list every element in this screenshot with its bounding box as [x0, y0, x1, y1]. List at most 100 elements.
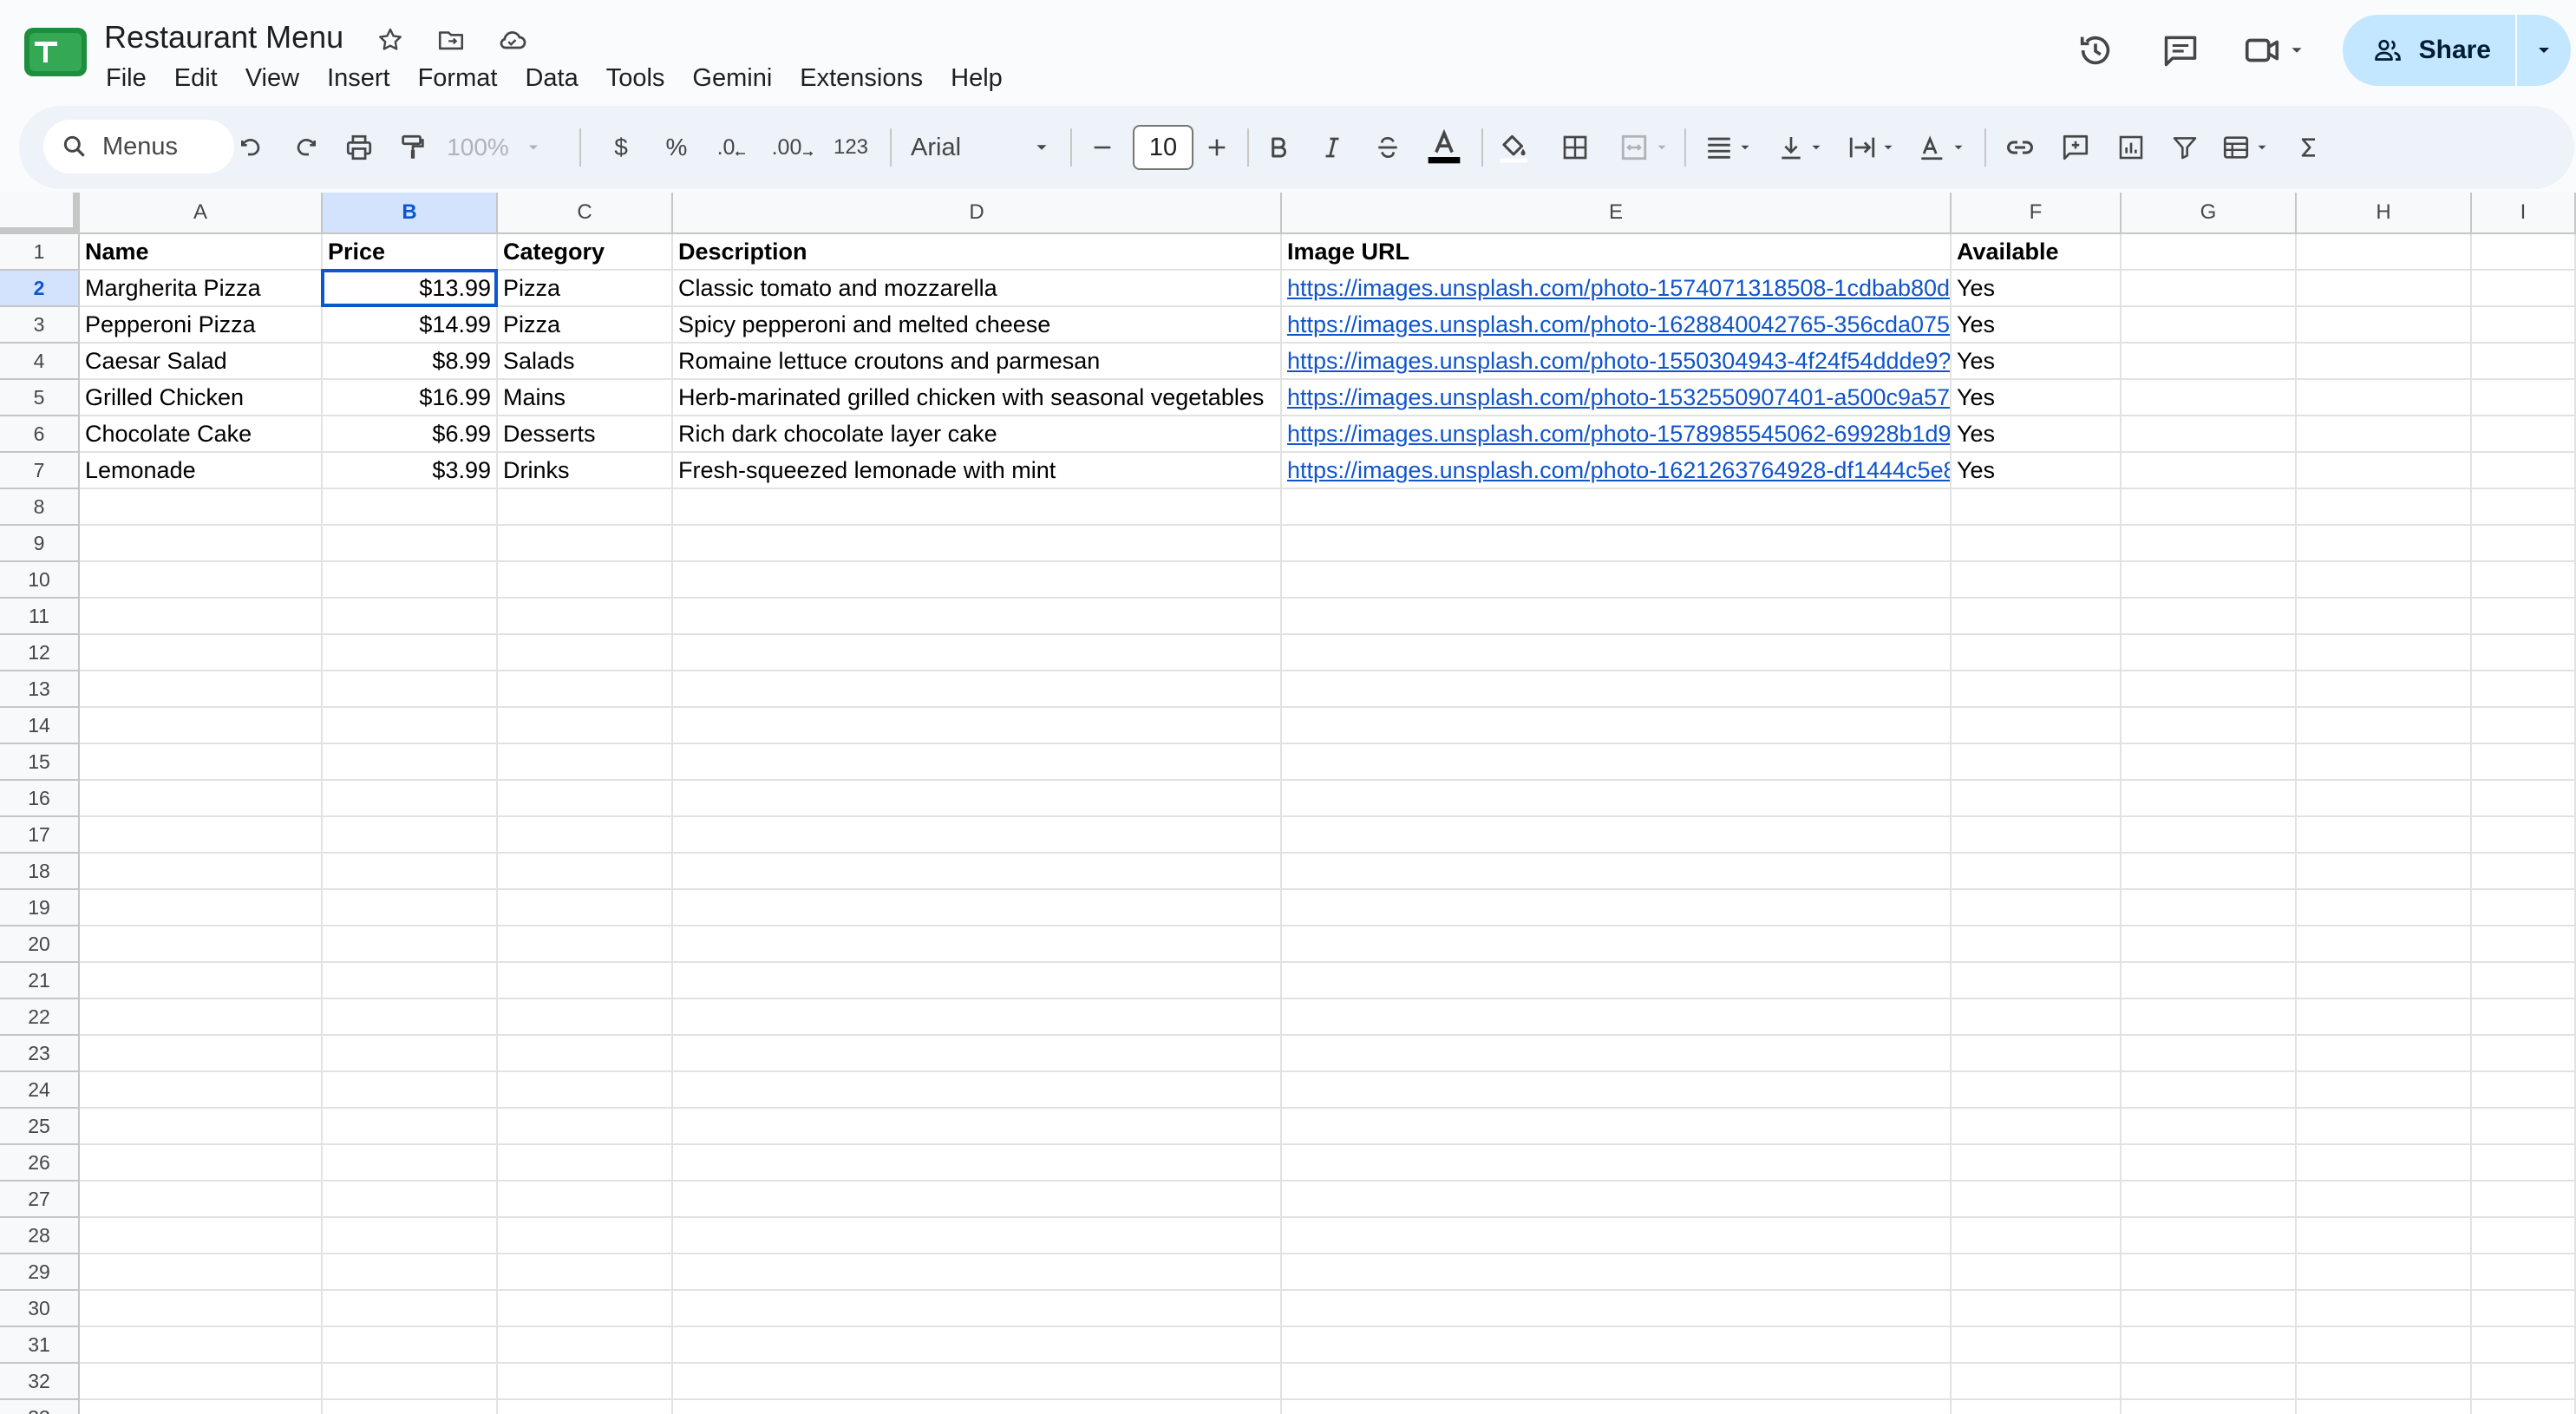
cell[interactable] [498, 817, 673, 854]
cell[interactable] [323, 489, 498, 526]
row-header-15[interactable]: 15 [0, 744, 80, 781]
cell[interactable] [673, 708, 1282, 744]
cell[interactable] [673, 1400, 1282, 1414]
cell[interactable] [323, 1182, 498, 1218]
cell[interactable]: Pepperoni Pizza [80, 307, 323, 344]
cell[interactable] [498, 963, 673, 999]
cell[interactable] [2472, 1145, 2576, 1182]
url-link-cell[interactable]: https://images.unsplash.com/photo-162884… [1282, 307, 1952, 344]
cell[interactable]: Pizza [498, 271, 673, 307]
cell[interactable] [2122, 999, 2297, 1036]
cell[interactable] [1282, 635, 1952, 671]
share-button[interactable]: Share [2343, 15, 2517, 86]
paint-format-icon[interactable] [390, 106, 435, 189]
cell[interactable] [80, 1291, 323, 1327]
cell[interactable] [2122, 1327, 2297, 1364]
row-header-27[interactable]: 27 [0, 1182, 80, 1218]
redo-icon[interactable] [283, 106, 328, 189]
cell[interactable] [323, 1254, 498, 1291]
cell[interactable]: Yes [1952, 453, 2122, 489]
cell[interactable] [1282, 1400, 1952, 1414]
cell[interactable] [1952, 489, 2122, 526]
cell[interactable] [323, 1145, 498, 1182]
cell[interactable] [2297, 671, 2472, 708]
cell[interactable] [2472, 1291, 2576, 1327]
cell[interactable] [1952, 744, 2122, 781]
header-cell[interactable]: Name [80, 234, 323, 271]
cell[interactable] [2122, 1400, 2297, 1414]
text-color-icon[interactable] [1422, 106, 1466, 189]
cell[interactable] [673, 963, 1282, 999]
decrease-font-size-icon[interactable] [1082, 106, 1122, 189]
cell[interactable] [2122, 1254, 2297, 1291]
font-size-input[interactable]: 10 [1133, 125, 1193, 170]
cell[interactable] [1952, 1327, 2122, 1364]
cell[interactable] [2122, 489, 2297, 526]
cell[interactable] [673, 1364, 1282, 1400]
cell[interactable] [2297, 1400, 2472, 1414]
cell[interactable] [2122, 307, 2297, 344]
format-percent-button[interactable]: % [657, 106, 696, 189]
cell[interactable] [2122, 781, 2297, 817]
cell[interactable] [498, 489, 673, 526]
cell[interactable] [498, 1254, 673, 1291]
cell[interactable] [1282, 999, 1952, 1036]
cell[interactable] [673, 817, 1282, 854]
cell[interactable] [1282, 1182, 1952, 1218]
header-cell[interactable]: Description [673, 234, 1282, 271]
bold-icon[interactable] [1258, 106, 1299, 189]
cell[interactable] [2297, 890, 2472, 926]
cell[interactable] [80, 1327, 323, 1364]
row-header-23[interactable]: 23 [0, 1036, 80, 1072]
cell[interactable] [1952, 1400, 2122, 1414]
column-header-d[interactable]: D [673, 193, 1282, 234]
cell[interactable]: Yes [1952, 416, 2122, 453]
cell[interactable] [323, 599, 498, 635]
cell[interactable] [1282, 1291, 1952, 1327]
url-link-cell[interactable]: https://images.unsplash.com/photo-157407… [1282, 271, 1952, 307]
cell[interactable] [498, 526, 673, 562]
cell[interactable] [2122, 963, 2297, 999]
row-header-30[interactable]: 30 [0, 1291, 80, 1327]
cell[interactable] [2297, 453, 2472, 489]
row-header-31[interactable]: 31 [0, 1327, 80, 1364]
cell[interactable]: Fresh-squeezed lemonade with mint [673, 453, 1282, 489]
cell[interactable] [2297, 344, 2472, 380]
cell[interactable]: Lemonade [80, 453, 323, 489]
cell[interactable] [1282, 671, 1952, 708]
cell[interactable] [2472, 1400, 2576, 1414]
cell[interactable] [2122, 926, 2297, 963]
cell[interactable] [2297, 234, 2472, 271]
cell[interactable] [2297, 781, 2472, 817]
cell[interactable] [2472, 453, 2576, 489]
cell[interactable] [2122, 890, 2297, 926]
cell[interactable] [498, 1327, 673, 1364]
cell[interactable] [1952, 1036, 2122, 1072]
horizontal-align-icon[interactable] [1698, 106, 1759, 189]
cell[interactable] [1952, 1072, 2122, 1109]
version-history-icon[interactable] [2072, 27, 2119, 74]
menu-file[interactable]: File [106, 61, 160, 95]
cell[interactable] [80, 781, 323, 817]
merge-cells-icon[interactable] [1612, 106, 1677, 189]
insert-link-icon[interactable] [1998, 106, 2042, 189]
cell[interactable] [1952, 708, 2122, 744]
cell[interactable] [323, 744, 498, 781]
document-title[interactable]: Restaurant Menu [104, 19, 343, 56]
cell[interactable] [498, 599, 673, 635]
cell[interactable] [80, 671, 323, 708]
cell[interactable]: Spicy pepperoni and melted cheese [673, 307, 1282, 344]
cell[interactable] [80, 854, 323, 890]
cell[interactable] [2122, 708, 2297, 744]
row-header-22[interactable]: 22 [0, 999, 80, 1036]
cell[interactable] [1282, 1364, 1952, 1400]
cell[interactable] [80, 562, 323, 599]
cell[interactable] [673, 635, 1282, 671]
cell[interactable] [2297, 744, 2472, 781]
cell[interactable] [323, 781, 498, 817]
cell[interactable] [2297, 1327, 2472, 1364]
cell[interactable] [2297, 926, 2472, 963]
cell[interactable] [498, 1072, 673, 1109]
cell[interactable] [2122, 1291, 2297, 1327]
cell[interactable] [2472, 635, 2576, 671]
